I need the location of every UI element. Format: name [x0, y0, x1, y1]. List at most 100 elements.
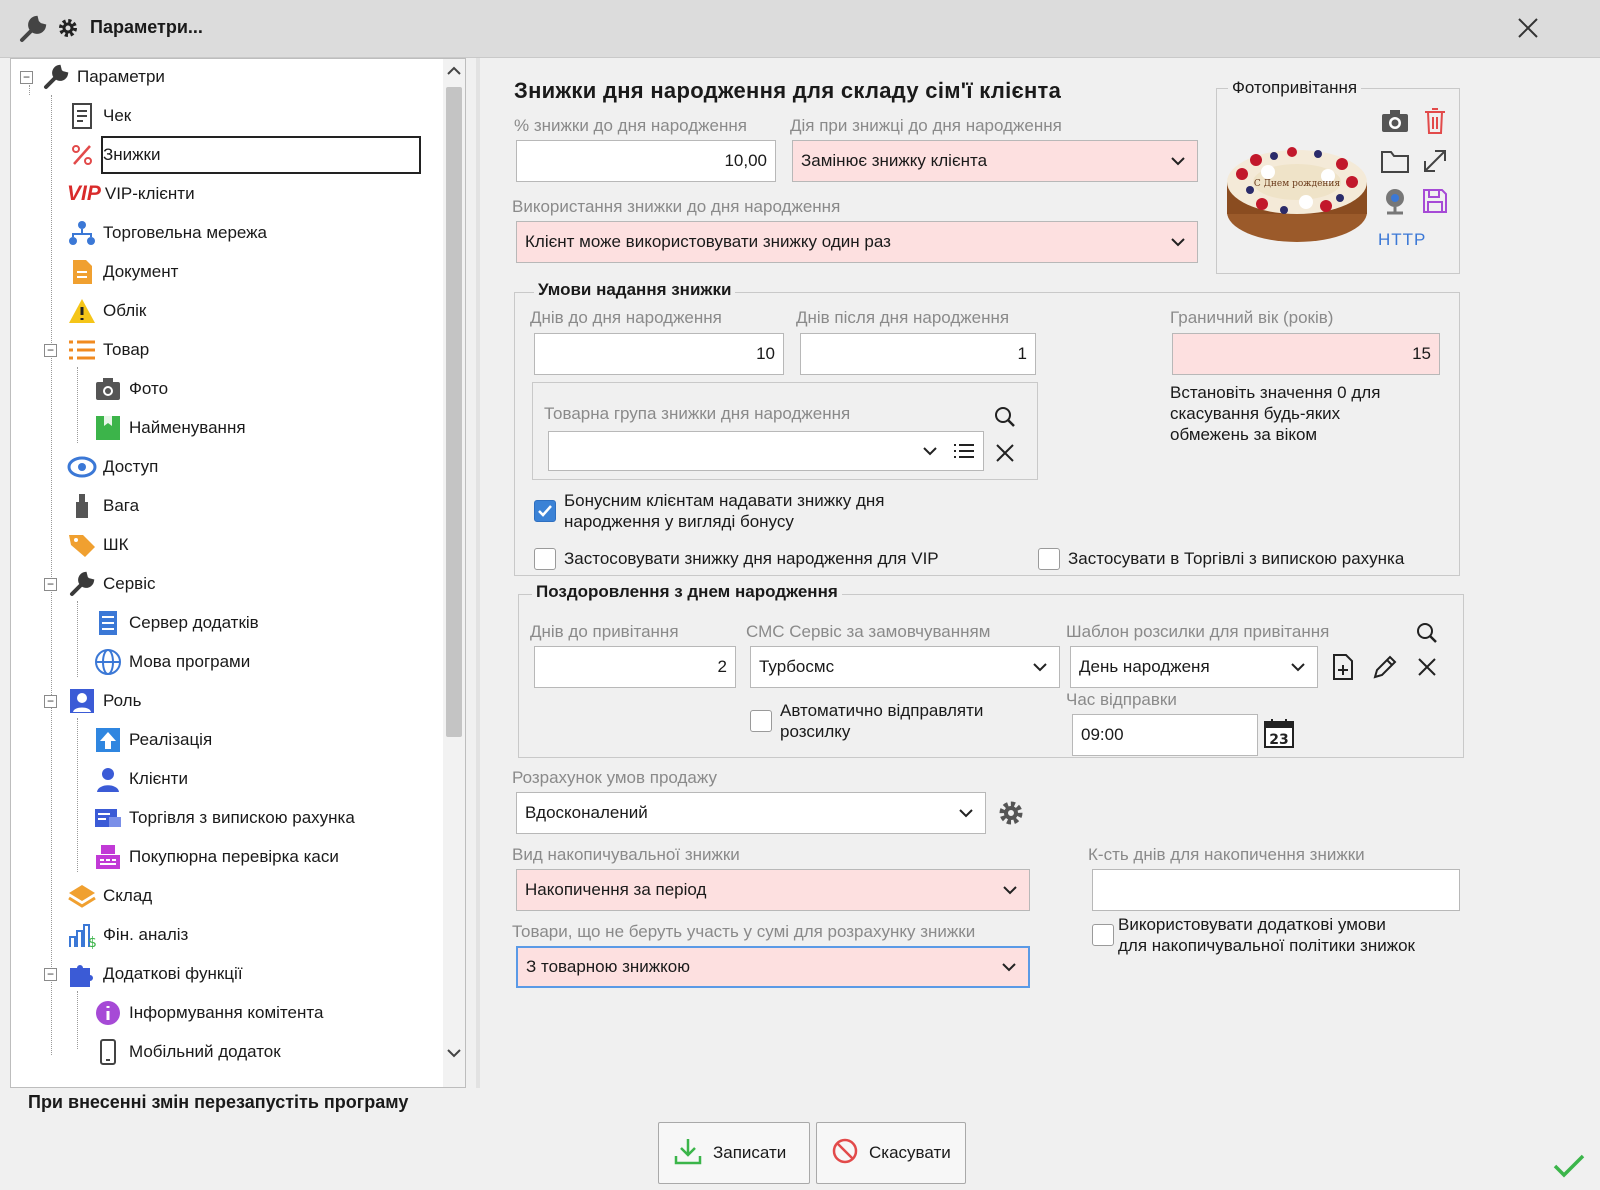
restart-notice: При внесенні змін перезапустіть програму	[28, 1092, 409, 1112]
tag-green-icon	[93, 413, 123, 443]
tree-item-document[interactable]: Документ	[67, 256, 178, 288]
trade-checkbox[interactable]	[1038, 548, 1060, 570]
delete-icon[interactable]	[1418, 104, 1452, 138]
network-icon	[67, 218, 97, 248]
tree-item-naming[interactable]: Найменування	[93, 412, 246, 444]
svg-text:$: $	[88, 935, 97, 949]
save-disk-icon[interactable]	[1418, 184, 1452, 218]
camera-icon[interactable]	[1378, 104, 1412, 138]
template-label: Шаблон розсилки для привітання	[1066, 622, 1330, 641]
tree-item-photo[interactable]: Фото	[93, 373, 168, 405]
age-input[interactable]: 15	[1172, 333, 1440, 375]
days-after-input[interactable]: 1	[800, 333, 1036, 375]
gear-icon	[56, 16, 80, 45]
clear-icon[interactable]	[1410, 650, 1444, 684]
selected-tree-label: Знижки	[101, 136, 421, 174]
collapse-toggle[interactable]: −	[20, 71, 33, 84]
cancel-button[interactable]: Скасувати	[816, 1122, 966, 1184]
search-icon[interactable]	[1410, 616, 1444, 650]
days-before-label: Днів до дня народження	[530, 308, 722, 327]
product-group-label: Товарна група знижки дня народження	[544, 404, 851, 423]
age-hint: Встановіть значення 0 для скасування буд…	[1170, 383, 1381, 444]
section-heading: Знижки дня народження для складу сім'ї к…	[514, 78, 1062, 103]
tree-item-cash-check[interactable]: Покупюрна перевірка каси	[93, 841, 339, 873]
scrollbar-thumb[interactable]	[446, 87, 462, 737]
folder-icon[interactable]	[1378, 144, 1412, 178]
webcam-icon[interactable]	[1378, 184, 1412, 218]
settings-tree[interactable]: − − − − − Параметри Чек Знижки VIP VIP-к…	[10, 58, 466, 1088]
tree-item-fin-analysis[interactable]: $ Фін. аналіз	[67, 919, 188, 951]
discount-pct-input[interactable]: 10,00	[516, 140, 776, 182]
tree-item-language[interactable]: Мова програми	[93, 646, 250, 678]
edit-icon[interactable]	[1368, 650, 1402, 684]
tree-item-goods[interactable]: Товар	[67, 334, 149, 366]
bonus-label: Бонусним клієнтам надавати знижку дня на…	[564, 491, 885, 531]
auto-send-checkbox[interactable]	[750, 710, 772, 732]
collapse-toggle[interactable]: −	[44, 578, 57, 591]
new-document-icon[interactable]	[1326, 650, 1360, 684]
puzzle-icon	[67, 959, 97, 989]
excluded-select[interactable]: З товарною знижкою	[516, 946, 1030, 988]
gear-icon[interactable]	[994, 796, 1028, 830]
tree-item-invoice-trade[interactable]: Торгівля з випискою рахунка	[93, 802, 355, 834]
weight-icon	[67, 491, 97, 521]
tree-item-extra-functions[interactable]: Додаткові функції	[67, 958, 243, 990]
days-accum-label: К-сть днів для накопичення знижки	[1088, 845, 1365, 864]
info-icon	[93, 998, 123, 1028]
checkmark-icon	[1552, 1152, 1586, 1185]
tree-item-parameters[interactable]: Параметри	[41, 61, 165, 93]
tree-item-vip[interactable]: VIP VIP-клієнти	[67, 178, 195, 210]
accum-label: Вид накопичувальної знижки	[512, 845, 740, 864]
tree-item-clients[interactable]: Клієнти	[93, 763, 188, 795]
collapse-toggle[interactable]: −	[44, 968, 57, 981]
tree-item-warehouse[interactable]: Склад	[67, 880, 152, 912]
splitter[interactable]	[476, 58, 480, 1088]
action-select[interactable]: Замінює знижку клієнта	[792, 140, 1198, 182]
extra-conditions-checkbox[interactable]	[1092, 924, 1114, 946]
days-accum-input[interactable]	[1092, 869, 1460, 911]
window-title: Параметри...	[90, 17, 203, 37]
product-group-select[interactable]	[548, 431, 984, 471]
tree-item-sales[interactable]: Реалізація	[93, 724, 212, 756]
send-time-input[interactable]: 09:00	[1072, 714, 1258, 756]
tree-item-barcode[interactable]: ШК	[67, 529, 128, 561]
calc-select[interactable]: Вдосконалений	[516, 792, 986, 834]
calendar-icon[interactable]: 23	[1262, 716, 1296, 750]
age-label: Граничний вік (років)	[1170, 308, 1334, 327]
tree-item-service[interactable]: Сервіс	[67, 568, 156, 600]
wrench-icon	[41, 62, 71, 92]
accum-select[interactable]: Накопичення за період	[516, 869, 1030, 911]
usage-select[interactable]: Клієнт може використовувати знижку один …	[516, 221, 1198, 263]
tree-item-receipt[interactable]: Чек	[67, 100, 131, 132]
scroll-up-icon[interactable]	[445, 63, 463, 83]
usage-label: Використання знижки до дня народження	[512, 197, 841, 216]
list-icon[interactable]	[953, 440, 975, 462]
tree-item-network[interactable]: Торговельна мережа	[67, 217, 267, 249]
sms-select[interactable]: Турбосмс	[750, 646, 1060, 688]
receipt-icon	[67, 101, 97, 131]
template-select[interactable]: День народженя	[1070, 646, 1318, 688]
arrow-up-icon	[93, 725, 123, 755]
bonus-checkbox[interactable]	[534, 500, 556, 522]
tree-item-committent-info[interactable]: Інформування комітента	[93, 997, 323, 1029]
clear-icon[interactable]	[988, 436, 1022, 470]
close-icon[interactable]	[1516, 16, 1540, 45]
collapse-toggle[interactable]: −	[44, 695, 57, 708]
layers-icon	[67, 881, 97, 911]
tree-item-access[interactable]: Доступ	[67, 451, 158, 483]
search-icon[interactable]	[988, 400, 1022, 434]
http-link[interactable]: HTTP	[1378, 230, 1426, 250]
tree-item-role[interactable]: Роль	[67, 685, 141, 717]
save-button[interactable]: Записати	[658, 1122, 810, 1184]
vip-checkbox[interactable]	[534, 548, 556, 570]
tree-item-mobile-app[interactable]: Мобільний додаток	[93, 1036, 281, 1068]
tree-item-app-server[interactable]: Сервер додатків	[93, 607, 259, 639]
greeting-days-input[interactable]: 2	[534, 646, 736, 688]
days-before-input[interactable]: 10	[534, 333, 784, 375]
collapse-toggle[interactable]: −	[44, 344, 57, 357]
tree-item-accounting[interactable]: Облік	[67, 295, 146, 327]
tree-item-discounts[interactable]: Знижки	[67, 136, 421, 174]
expand-icon[interactable]	[1418, 144, 1452, 178]
tree-item-weight[interactable]: Вага	[67, 490, 139, 522]
scroll-down-icon[interactable]	[445, 1045, 463, 1065]
